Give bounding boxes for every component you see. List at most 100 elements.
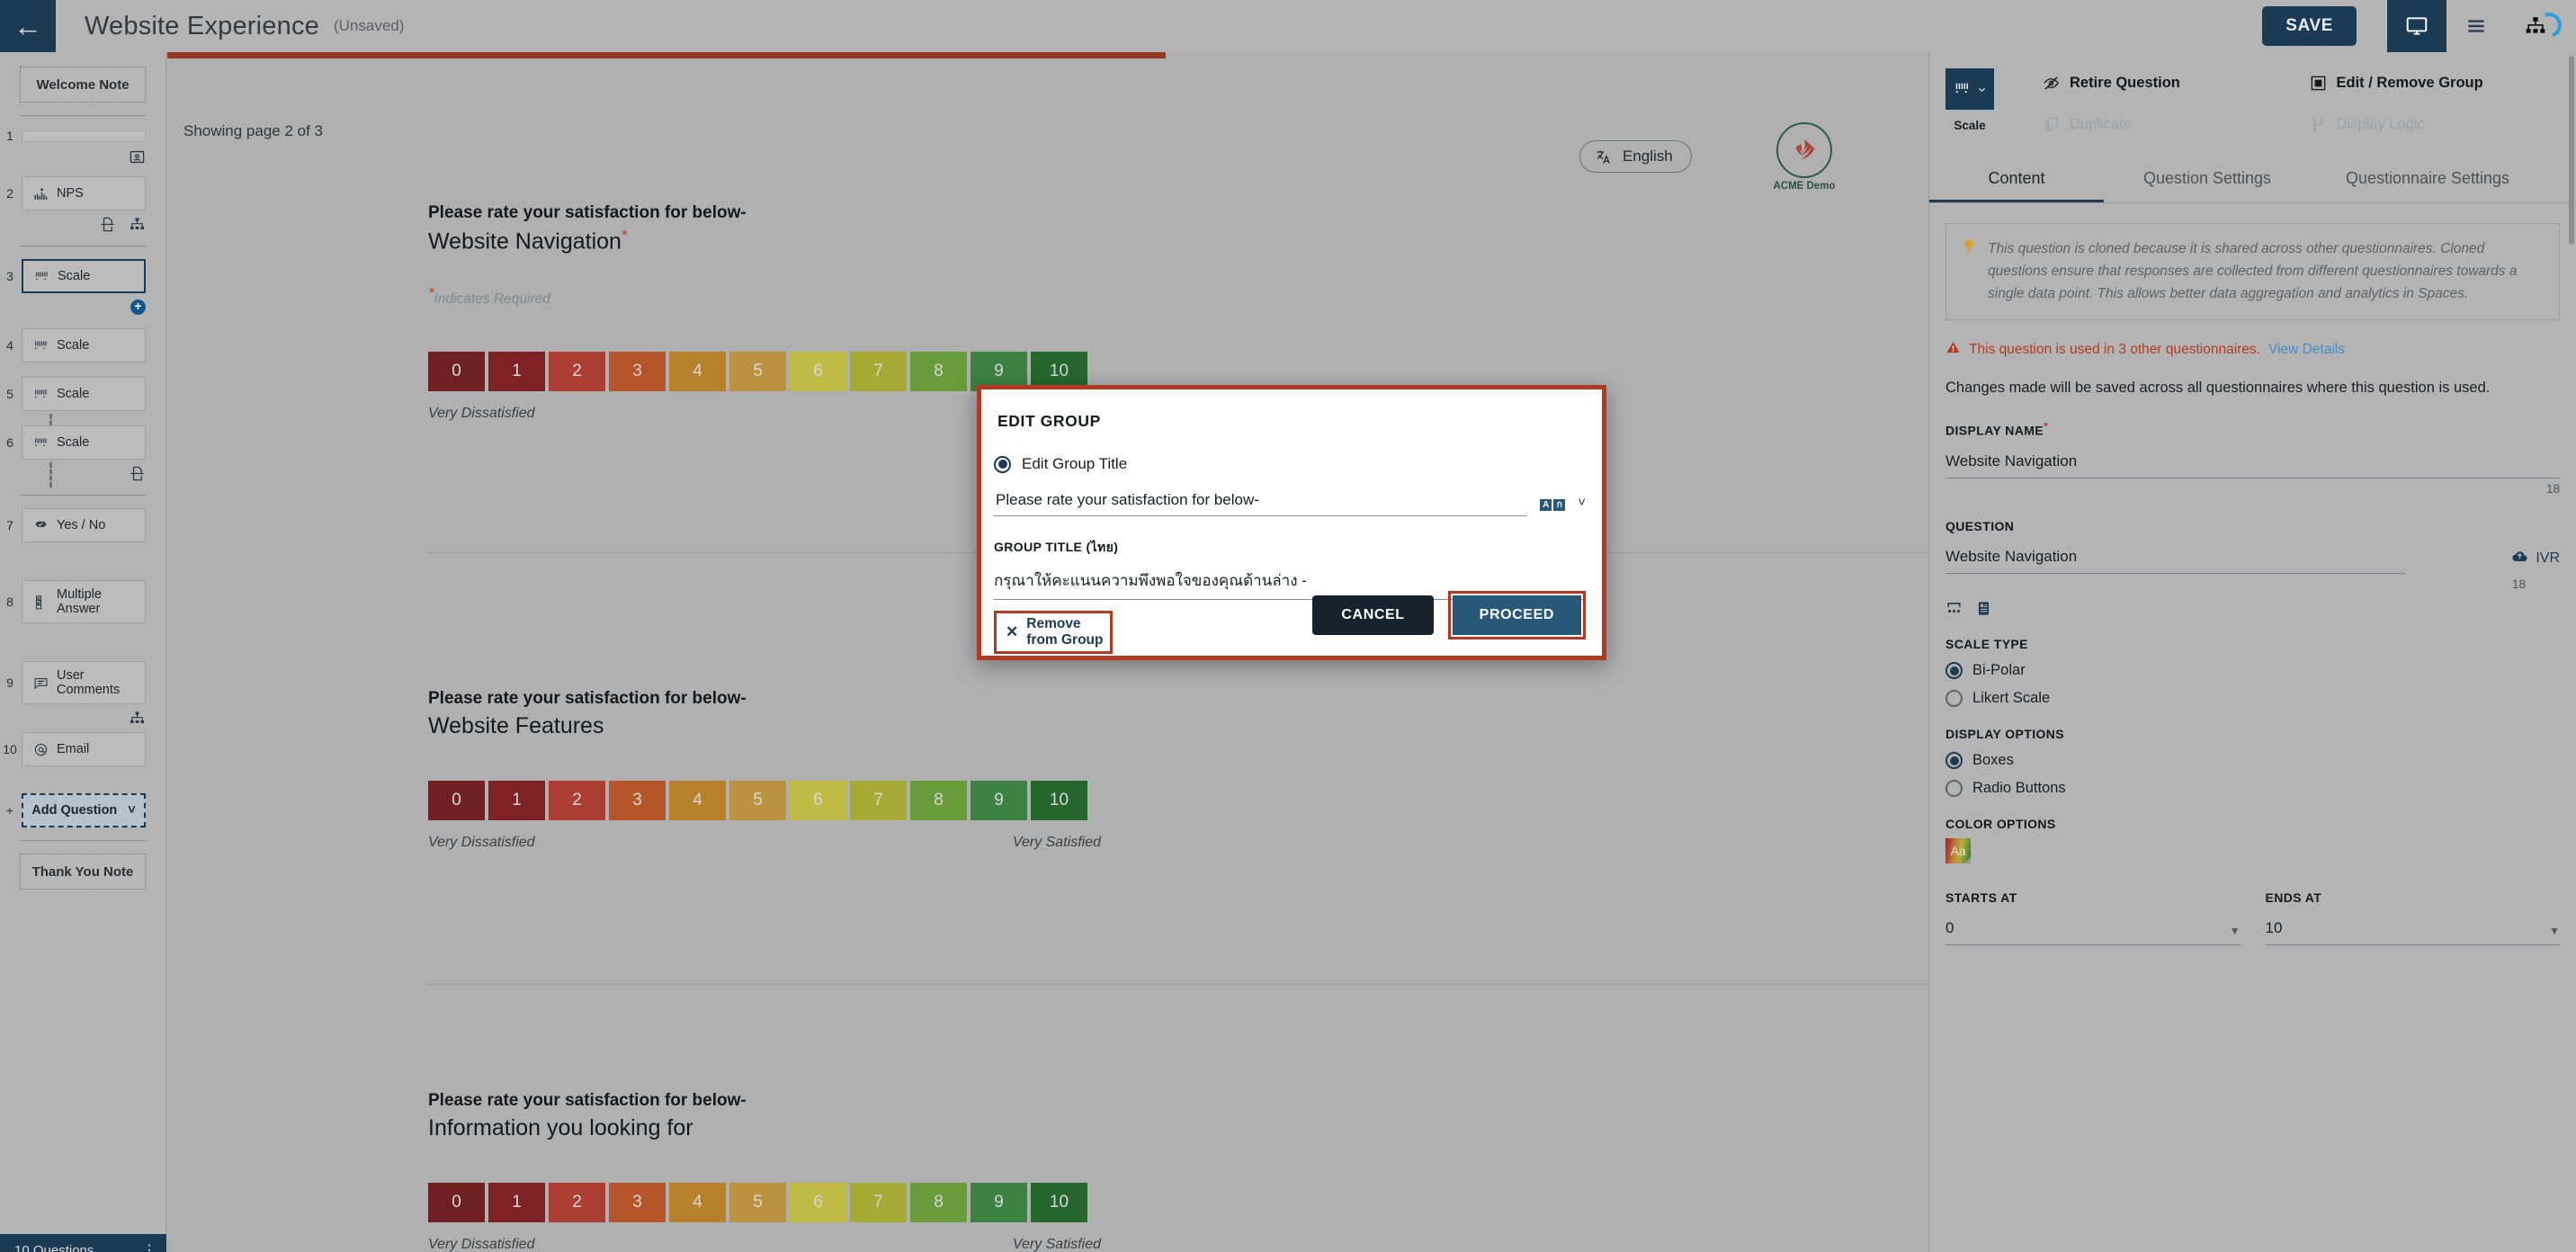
- question-chip[interactable]: Scale: [22, 425, 146, 460]
- scale-box-3[interactable]: 3: [609, 351, 666, 391]
- sitemap-button[interactable]: [2506, 0, 2566, 52]
- radio-boxes[interactable]: [1945, 752, 1963, 770]
- sidebar-item-scale-3[interactable]: 3 Scale: [0, 259, 165, 293]
- chevron-down-icon[interactable]: ˅: [1578, 495, 1586, 510]
- starts-at-select[interactable]: 0 ▼: [1945, 919, 2241, 946]
- scale-type-option-bipolar[interactable]: Bi-Polar: [1945, 662, 2576, 680]
- cancel-button[interactable]: CANCEL: [1312, 595, 1434, 635]
- save-button[interactable]: SAVE: [2262, 6, 2357, 46]
- scale-type-option-likert[interactable]: Likert Scale: [1945, 690, 2576, 708]
- radio-radiobuttons[interactable]: [1945, 780, 1963, 798]
- question-chip[interactable]: Yes / No: [22, 508, 146, 542]
- radio-likert[interactable]: [1945, 690, 1963, 708]
- proceed-button[interactable]: PROCEED: [1452, 595, 1581, 635]
- display-option-radio-buttons[interactable]: Radio Buttons: [1945, 780, 2576, 798]
- question-chip[interactable]: [22, 130, 146, 142]
- scale-box-6[interactable]: 6: [790, 1183, 846, 1223]
- translate-az-icon[interactable]: Aก: [1540, 499, 1566, 511]
- language-selector[interactable]: English: [1579, 140, 1692, 173]
- page-break-icon[interactable]: [129, 465, 146, 482]
- scale-box-8[interactable]: 8: [910, 1183, 967, 1223]
- scale-box-5[interactable]: 5: [729, 1183, 786, 1223]
- scale-box-0[interactable]: 0: [428, 1183, 485, 1223]
- welcome-note-item[interactable]: Welcome Note: [20, 67, 146, 103]
- keypad-icon[interactable]: [1945, 600, 1963, 617]
- sidebar-item-multiple-answer[interactable]: 8 Multiple Answer: [0, 580, 165, 623]
- question-chip[interactable]: Email: [22, 732, 146, 766]
- question-chip[interactable]: Multiple Answer: [22, 580, 146, 623]
- scale-box-4[interactable]: 4: [669, 1183, 726, 1223]
- tab-content[interactable]: Content: [1929, 156, 2104, 202]
- sidebar-item-nps[interactable]: 2 NPS: [0, 176, 165, 210]
- scale-box-7[interactable]: 7: [850, 1183, 907, 1223]
- scale-box-8[interactable]: 8: [910, 781, 967, 821]
- sidebar-item-1[interactable]: 1: [0, 129, 165, 143]
- retire-question-button[interactable]: Retire Question: [2043, 68, 2310, 97]
- scale-box-2[interactable]: 2: [549, 1183, 605, 1223]
- sitemap-icon[interactable]: [129, 710, 146, 727]
- tab-question-settings[interactable]: Question Settings: [2104, 156, 2311, 202]
- more-options-icon[interactable]: ⋮: [142, 1241, 157, 1252]
- scale-box-5[interactable]: 5: [729, 781, 786, 821]
- scale-box-1[interactable]: 1: [488, 351, 545, 391]
- question-chip[interactable]: User Comments: [22, 661, 146, 704]
- add-icon[interactable]: +: [130, 299, 146, 315]
- ends-at-select[interactable]: 10 ▼: [2265, 919, 2560, 946]
- preview-desktop-button[interactable]: [2387, 0, 2446, 52]
- sitemap-icon[interactable]: [129, 216, 146, 233]
- back-button[interactable]: ←: [0, 0, 56, 52]
- scale-box-5[interactable]: 5: [729, 351, 786, 391]
- group-title-input[interactable]: [994, 487, 1528, 516]
- scale-box-0[interactable]: 0: [428, 781, 485, 821]
- page-break-icon[interactable]: [99, 216, 116, 233]
- scale-box-7[interactable]: 7: [850, 781, 907, 821]
- sidebar-item-yesno[interactable]: 7 Yes / No: [0, 508, 165, 542]
- question-chip[interactable]: NPS: [22, 176, 146, 210]
- display-name-input[interactable]: Website Navigation: [1945, 452, 2560, 479]
- contact-card-icon[interactable]: [129, 148, 146, 165]
- question-chip[interactable]: Scale: [22, 377, 146, 411]
- scale-box-3[interactable]: 3: [609, 781, 666, 821]
- tab-questionnaire-settings[interactable]: Questionnaire Settings: [2311, 156, 2545, 202]
- scale-box-1[interactable]: 1: [488, 1183, 545, 1223]
- menu-button[interactable]: [2446, 0, 2506, 52]
- edit-group-title-radio-row[interactable]: Edit Group Title: [994, 455, 1602, 473]
- scale-box-2[interactable]: 2: [549, 781, 605, 821]
- sidebar-item-scale-6[interactable]: 6 Scale: [0, 425, 165, 460]
- card-list-icon[interactable]: [1975, 600, 1992, 617]
- scale-box-10[interactable]: 10: [1031, 1183, 1087, 1223]
- question-type-button[interactable]: [1945, 68, 1994, 110]
- question-chip[interactable]: Scale: [22, 259, 146, 293]
- sidebar-item-user-comments[interactable]: 9 User Comments: [0, 661, 165, 704]
- thank-you-note-item[interactable]: Thank You Note: [20, 854, 146, 890]
- display-option-boxes[interactable]: Boxes: [1945, 752, 2576, 770]
- scale-box-1[interactable]: 1: [488, 781, 545, 821]
- question-input[interactable]: Website Navigation: [1945, 548, 2405, 575]
- scale-box-6[interactable]: 6: [790, 351, 846, 391]
- scale-box-4[interactable]: 4: [669, 351, 726, 391]
- scale-box-10[interactable]: 10: [1031, 781, 1087, 821]
- sidebar-item-email[interactable]: 10 Email: [0, 732, 165, 766]
- edit-remove-group-button[interactable]: Edit / Remove Group: [2310, 68, 2576, 97]
- color-swatch-button[interactable]: Aa: [1945, 838, 1971, 864]
- remove-from-group-button[interactable]: ✕ Remove from Group: [994, 611, 1113, 654]
- scale-box-9[interactable]: 9: [970, 1183, 1027, 1223]
- radio-bipolar[interactable]: [1945, 662, 1963, 680]
- view-details-link[interactable]: View Details: [2268, 342, 2345, 358]
- scale-box-6[interactable]: 6: [790, 781, 846, 821]
- ivr-upload-button[interactable]: IVR: [2511, 548, 2560, 569]
- add-question-row[interactable]: + Add Question ˅: [0, 793, 165, 827]
- question-chip[interactable]: Scale: [22, 328, 146, 362]
- edit-group-title-radio[interactable]: [994, 455, 1011, 473]
- scale-box-0[interactable]: 0: [428, 351, 485, 391]
- sidebar-item-scale-4[interactable]: 4 Scale: [0, 328, 165, 362]
- scale-box-7[interactable]: 7: [850, 351, 907, 391]
- scale-box-9[interactable]: 9: [970, 781, 1027, 821]
- sidebar-item-scale-5[interactable]: 5 Scale: [0, 377, 165, 411]
- panel-scrollbar[interactable]: [2569, 56, 2574, 245]
- scale-box-4[interactable]: 4: [669, 781, 726, 821]
- add-question-button[interactable]: Add Question ˅: [22, 793, 146, 827]
- scale-box-3[interactable]: 3: [609, 1183, 666, 1223]
- scale-box-8[interactable]: 8: [910, 351, 967, 391]
- scale-box-2[interactable]: 2: [549, 351, 605, 391]
